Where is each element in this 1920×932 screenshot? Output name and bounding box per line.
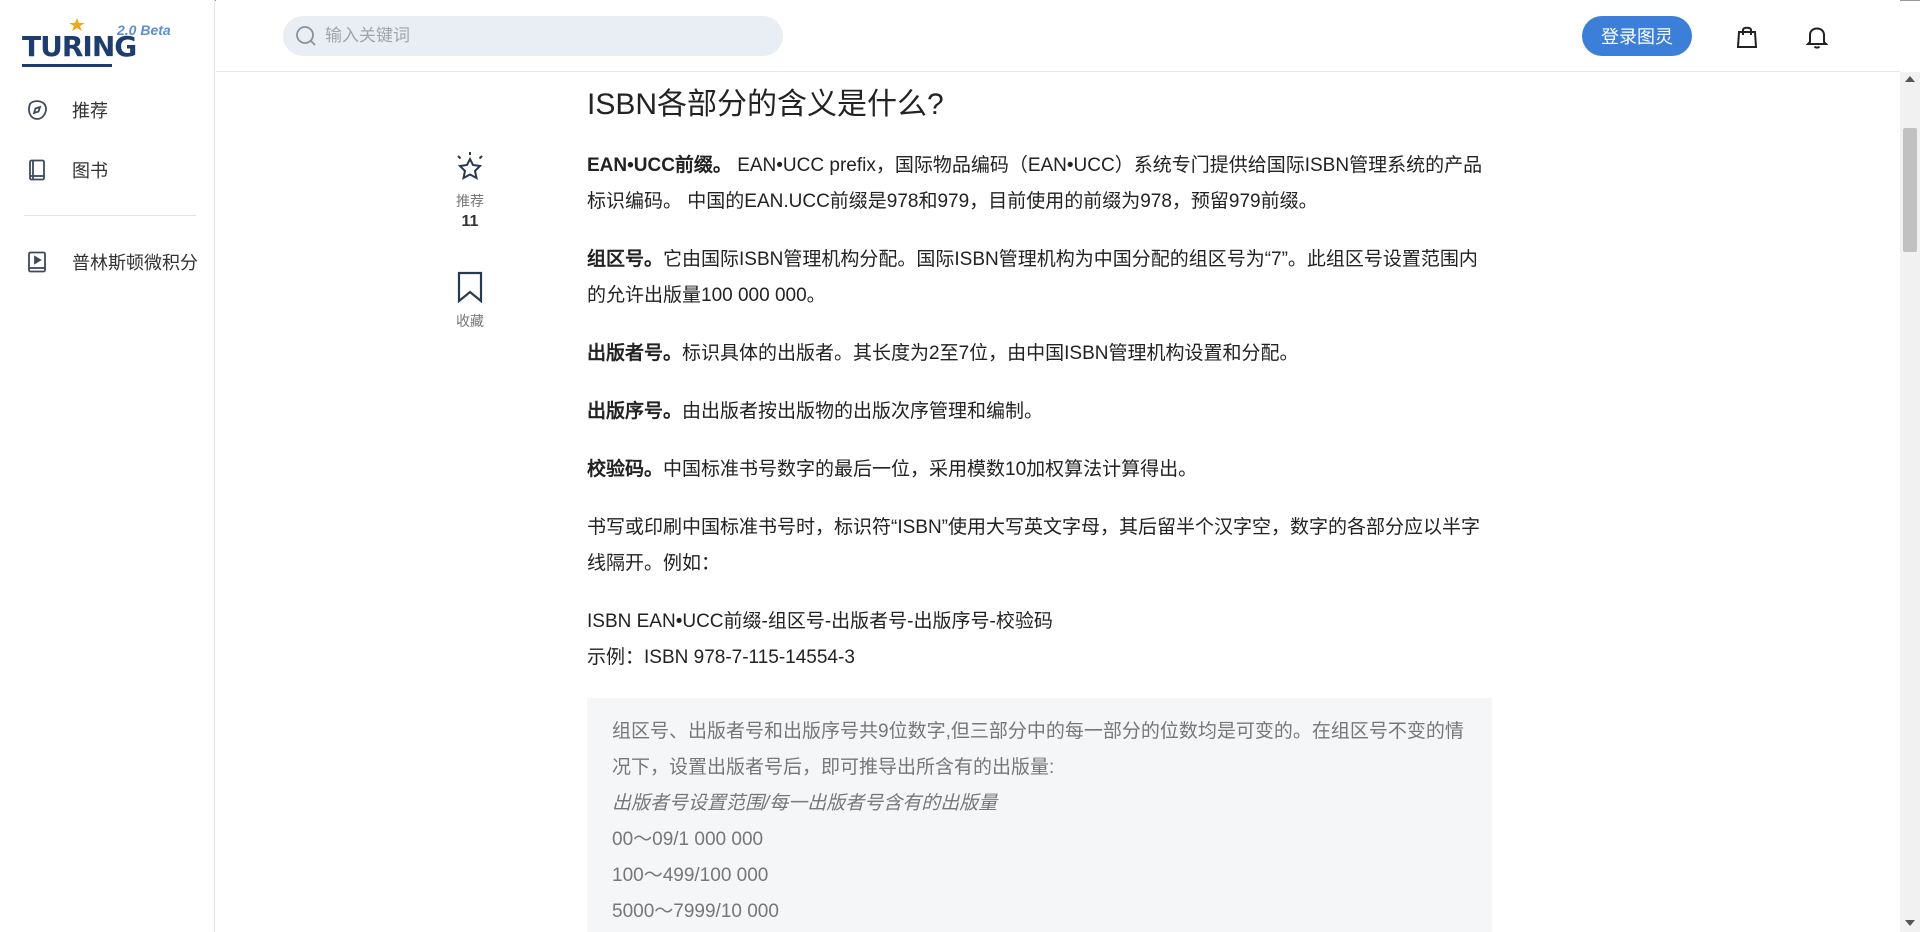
sidebar-divider: [24, 215, 196, 216]
book-icon: [24, 157, 50, 183]
paragraph-example: ISBN EAN•UCC前缀-组区号-出版者号-出版序号-校验码 示例：ISBN…: [587, 604, 1492, 676]
term-publisher-code: 出版者号。: [587, 343, 683, 364]
paragraph-text: 它由国际ISBN管理机构分配。国际ISBN管理机构为中国分配的组区号为“7”。此…: [587, 249, 1478, 306]
paragraph-serial-number: 出版序号。由出版者按出版物的出版次序管理和编制。: [587, 394, 1492, 430]
article-title: ISBN各部分的含义是什么?: [587, 88, 944, 121]
logo-version: 2.0 Beta: [117, 22, 171, 38]
recommend-action[interactable]: 推荐 11: [440, 150, 500, 231]
search-icon: [296, 26, 316, 46]
blockquote: 组区号、出版者号和出版序号共9位数字,但三部分中的每一部分的位数均是可变的。在组…: [587, 698, 1492, 932]
sidebar-item-books[interactable]: 图书: [24, 150, 108, 190]
paragraph-text: 中国标准书号数字的最后一位，采用模数10加权算法计算得出。: [663, 459, 1198, 480]
compass-icon: [24, 97, 50, 123]
bell-icon[interactable]: [1804, 24, 1830, 50]
sidebar-item-label: 普林斯顿微积分: [72, 253, 198, 273]
sidebar: TURING 2.0 Beta 推荐 图书 普林斯顿微积分: [0, 0, 215, 932]
paragraph-format: 书写或印刷中国标准书号时，标识符“ISBN”使用大写英文字母，其后留半个汉字空，…: [587, 517, 1481, 574]
vertical-scrollbar[interactable]: [1900, 72, 1920, 932]
term-ean-ucc: EAN•UCC前缀。: [587, 155, 732, 176]
sidebar-item-recommend[interactable]: 推荐: [24, 90, 108, 130]
isbn-format-line: ISBN EAN•UCC前缀-组区号-出版者号-出版序号-校验码: [587, 611, 1053, 632]
recommend-label: 推荐: [456, 193, 484, 209]
paragraph-group-code: 组区号。它由国际ISBN管理机构分配。国际ISBN管理机构为中国分配的组区号为“…: [587, 242, 1492, 314]
paragraph-check-digit: 校验码。中国标准书号数字的最后一位，采用模数10加权算法计算得出。: [587, 452, 1492, 488]
sidebar-item-label: 图书: [72, 161, 108, 181]
quote-text: 组区号、出版者号和出版序号共9位数字,但三部分中的每一部分的位数均是可变的。在组…: [612, 721, 1464, 778]
turing-logo[interactable]: TURING 2.0 Beta: [22, 18, 192, 68]
recommend-icon: [457, 152, 483, 180]
logo-underline: [22, 64, 112, 67]
bookmark-icon: [457, 271, 483, 304]
paragraph-text: 标识具体的出版者。其长度为2至7位，由中国ISBN管理机构设置和分配。: [682, 343, 1299, 364]
search-bar[interactable]: [283, 16, 783, 56]
login-button[interactable]: 登录图灵: [1582, 16, 1692, 56]
bookmark-label: 收藏: [456, 313, 484, 329]
bookmark-action[interactable]: 收藏: [440, 270, 500, 331]
search-input[interactable]: [325, 26, 765, 46]
recommend-count: 11: [461, 213, 479, 230]
term-group-code: 组区号。: [587, 249, 664, 270]
scroll-down-arrow[interactable]: [1905, 920, 1915, 926]
quote-row: 100～499/100 000: [612, 865, 769, 886]
sidebar-item-label: 推荐: [72, 101, 108, 121]
quote-row: 00～09/1 000 000: [612, 829, 764, 850]
paragraph-text: 由出版者按出版物的出版次序管理和编制。: [682, 401, 1044, 422]
scroll-up-arrow[interactable]: [1905, 76, 1915, 82]
term-check-digit: 校验码。: [587, 459, 664, 480]
sidebar-item-princeton-calculus[interactable]: 普林斯顿微积分: [24, 242, 198, 282]
paragraph-publisher-code: 出版者号。标识具体的出版者。其长度为2至7位，由中国ISBN管理机构设置和分配。: [587, 336, 1492, 372]
top-header: 登录图灵: [216, 0, 1900, 72]
scroll-thumb[interactable]: [1903, 128, 1917, 252]
shopping-bag-icon[interactable]: [1734, 24, 1760, 50]
quote-italic-heading: 出版者号设置范围/每一出版者号含有的出版量: [612, 793, 998, 814]
isbn-example-line: 示例：ISBN 978-7-115-14554-3: [587, 647, 855, 668]
video-book-icon: [24, 249, 50, 275]
term-serial-number: 出版序号。: [587, 401, 683, 422]
paragraph-ean-ucc: EAN•UCC前缀。 EAN•UCC prefix，国际物品编码（EAN•UCC…: [587, 148, 1492, 220]
article-content: ISBN各部分的含义是什么? EAN•UCC前缀。 EAN•UCC prefix…: [587, 80, 1492, 932]
quote-row: 5000～7999/10 000: [612, 901, 779, 922]
